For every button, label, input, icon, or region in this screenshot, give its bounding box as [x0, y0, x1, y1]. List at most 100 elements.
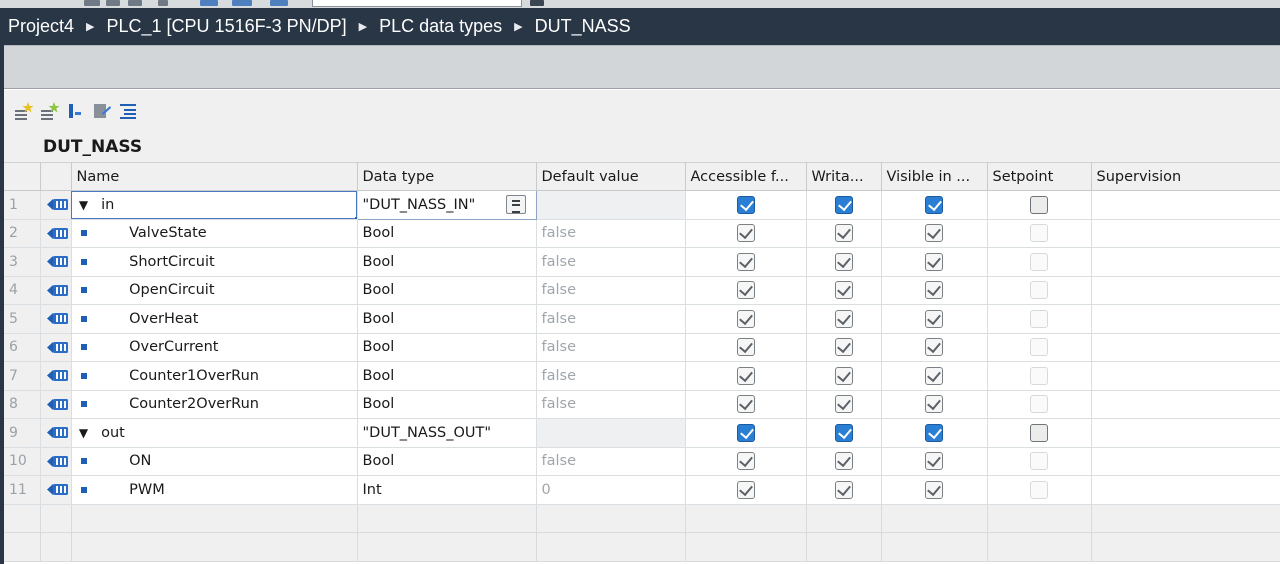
visible-checkbox[interactable]	[925, 309, 943, 328]
toolbar-button[interactable]	[106, 0, 120, 6]
row-name-cell[interactable]: Counter2OverRun	[71, 390, 358, 419]
toolbar-button[interactable]	[84, 0, 100, 6]
table-row[interactable]: 2 ValveState Bool false	[4, 219, 1280, 248]
empty-cell[interactable]	[881, 532, 988, 562]
setpoint-checkbox[interactable]	[1030, 395, 1048, 414]
row-number[interactable]: 2	[4, 219, 41, 248]
breadcrumb-item-current[interactable]: DUT_NASS	[535, 16, 631, 37]
row-default-value[interactable]: false	[536, 219, 686, 248]
visible-checkbox[interactable]	[925, 252, 943, 271]
writable-checkbox[interactable]	[834, 366, 853, 385]
accessible-checkbox[interactable]	[736, 224, 755, 243]
table-row[interactable]: 1 ▼ in "DUT_NASS_IN"	[4, 190, 1280, 220]
table-row[interactable]: 6 OverCurrent Bool false	[4, 333, 1280, 362]
setpoint-checkbox[interactable]	[1030, 480, 1048, 499]
table-row[interactable]: 4 OpenCircuit Bool false	[4, 276, 1280, 305]
table-row[interactable]: 3 ShortCircuit Bool false	[4, 247, 1280, 277]
empty-cell[interactable]	[40, 532, 72, 562]
row-name-cell[interactable]: ShortCircuit	[71, 247, 358, 277]
toolbar-button[interactable]	[530, 0, 544, 6]
empty-cell[interactable]	[806, 532, 882, 562]
empty-cell[interactable]	[357, 532, 537, 562]
empty-cell[interactable]	[987, 504, 1092, 533]
row-supervision[interactable]	[1091, 190, 1280, 220]
row-name-cell[interactable]: OverHeat	[71, 304, 358, 334]
visible-checkbox[interactable]	[925, 281, 943, 300]
row-number[interactable]: 3	[4, 247, 41, 277]
row-name-cell[interactable]: ValveState	[71, 219, 358, 248]
row-number[interactable]: 5	[4, 304, 41, 334]
column-header-writable[interactable]: Writa...	[806, 162, 882, 191]
table-row[interactable]: 10 ON Bool false	[4, 447, 1280, 476]
accessible-checkbox[interactable]	[736, 366, 755, 385]
row-name-cell[interactable]: OpenCircuit	[71, 276, 358, 305]
visible-checkbox[interactable]	[925, 338, 943, 357]
writable-checkbox[interactable]	[834, 338, 853, 357]
empty-row[interactable]	[4, 504, 1280, 533]
visible-checkbox[interactable]	[925, 366, 943, 385]
writable-checkbox[interactable]	[834, 224, 853, 243]
visible-checkbox[interactable]	[925, 224, 943, 243]
row-number[interactable]: 6	[4, 333, 41, 362]
row-datatype-cell[interactable]: Int	[357, 475, 537, 505]
empty-cell[interactable]	[357, 504, 537, 533]
row-default-value[interactable]: false	[536, 304, 686, 334]
collapse-arrow-icon[interactable]: ▼	[77, 426, 91, 440]
row-name-cell[interactable]: ▼ out	[71, 418, 358, 448]
column-header-setpoint[interactable]: Setpoint	[987, 162, 1092, 191]
row-supervision[interactable]	[1091, 333, 1280, 362]
writable-checkbox[interactable]	[834, 309, 853, 328]
breadcrumb-item-datatypes[interactable]: PLC data types	[379, 16, 502, 37]
row-default-value[interactable]	[536, 418, 686, 448]
table-row[interactable]: 7 Counter1OverRun Bool false	[4, 361, 1280, 391]
writable-checkbox[interactable]	[834, 423, 853, 442]
empty-cell[interactable]	[685, 532, 807, 562]
setpoint-checkbox[interactable]	[1030, 366, 1048, 385]
row-datatype-cell[interactable]: Bool	[357, 304, 537, 334]
column-header-datatype[interactable]: Data type	[357, 162, 537, 191]
toolbar-button[interactable]	[128, 0, 142, 6]
row-default-value[interactable]: false	[536, 333, 686, 362]
row-datatype-cell[interactable]: Bool	[357, 333, 537, 362]
row-name-cell[interactable]: Counter1OverRun	[71, 361, 358, 391]
accessible-checkbox[interactable]	[736, 281, 755, 300]
expand-icon[interactable]	[66, 101, 86, 121]
toolbar-button[interactable]	[200, 0, 218, 6]
tree-view-icon[interactable]	[118, 101, 138, 121]
row-datatype-cell[interactable]: "DUT_NASS_IN"	[356, 190, 537, 220]
empty-cell[interactable]	[4, 532, 41, 562]
empty-cell[interactable]	[71, 504, 358, 533]
row-supervision[interactable]	[1091, 418, 1280, 448]
toolbar-button[interactable]	[232, 0, 252, 6]
datatype-picker-button[interactable]	[505, 195, 526, 214]
writable-checkbox[interactable]	[834, 452, 853, 471]
row-number[interactable]: 7	[4, 361, 41, 391]
visible-checkbox[interactable]	[925, 195, 943, 214]
row-default-value[interactable]	[536, 190, 686, 220]
accessible-checkbox[interactable]	[736, 309, 755, 328]
empty-cell[interactable]	[1091, 532, 1280, 562]
visible-checkbox[interactable]	[925, 395, 943, 414]
empty-row[interactable]	[4, 532, 1280, 562]
row-number[interactable]: 9	[4, 418, 41, 448]
writable-checkbox[interactable]	[834, 480, 853, 499]
visible-checkbox[interactable]	[925, 480, 943, 499]
row-name-cell[interactable]: ON	[71, 447, 358, 476]
row-supervision[interactable]	[1091, 475, 1280, 505]
setpoint-checkbox[interactable]	[1030, 423, 1048, 442]
column-header-supervision[interactable]: Supervision	[1091, 162, 1280, 191]
row-supervision[interactable]	[1091, 247, 1280, 277]
writable-checkbox[interactable]	[834, 252, 853, 271]
toolbar-button[interactable]	[270, 0, 288, 6]
setpoint-checkbox[interactable]	[1030, 452, 1048, 471]
row-default-value[interactable]: false	[536, 361, 686, 391]
empty-cell[interactable]	[536, 504, 686, 533]
setpoint-checkbox[interactable]	[1030, 252, 1048, 271]
row-default-value[interactable]: false	[536, 247, 686, 277]
accessible-checkbox[interactable]	[736, 395, 755, 414]
empty-cell[interactable]	[685, 504, 807, 533]
setpoint-checkbox[interactable]	[1030, 195, 1048, 214]
row-default-value[interactable]: false	[536, 390, 686, 419]
row-datatype-cell[interactable]: Bool	[357, 276, 537, 305]
row-supervision[interactable]	[1091, 361, 1280, 391]
